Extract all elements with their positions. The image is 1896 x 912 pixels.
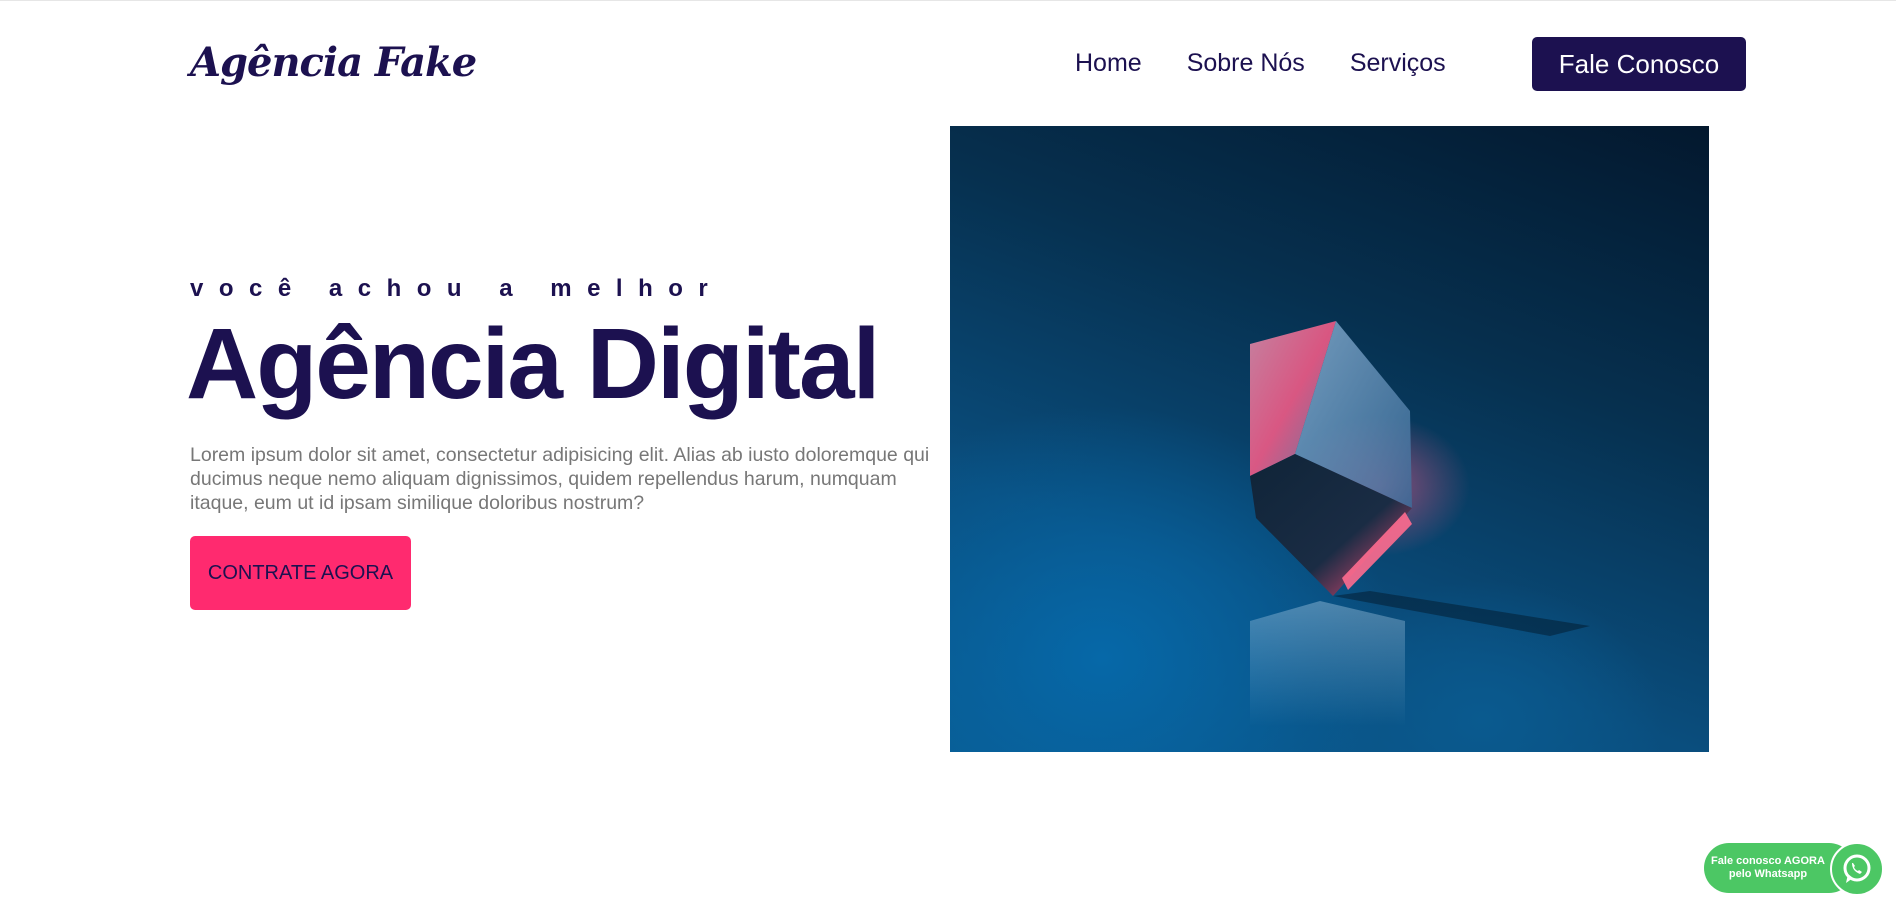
- hero-eyebrow: você achou a melhor: [190, 275, 724, 302]
- whatsapp-label-line1: Fale conosco AGORA: [1711, 855, 1825, 867]
- whatsapp-label-line2: pelo Whatsapp: [1728, 868, 1808, 880]
- whatsapp-widget[interactable]: Fale conosco AGORA pelo Whatsapp: [1704, 842, 1884, 896]
- contact-button[interactable]: Fale Conosco: [1532, 37, 1746, 91]
- nav-item-servicos[interactable]: Serviços: [1350, 49, 1446, 78]
- hero-description: Lorem ipsum dolor sit amet, consectetur …: [190, 444, 930, 514]
- hero-title: Agência Digital: [186, 308, 880, 420]
- nav-item-home[interactable]: Home: [1075, 49, 1142, 78]
- hero-image-prism: [950, 126, 1709, 752]
- main-nav: Home Sobre Nós Serviços: [1075, 49, 1446, 78]
- hire-now-button[interactable]: CONTRATE AGORA: [190, 536, 411, 610]
- whatsapp-icon[interactable]: [1830, 842, 1884, 896]
- logo[interactable]: Agência Fake: [190, 39, 477, 86]
- prism-reflection: [1250, 601, 1405, 726]
- nav-item-sobre-nos[interactable]: Sobre Nós: [1187, 49, 1305, 78]
- page: Agência Fake Home Sobre Nós Serviços Fal…: [0, 0, 1896, 912]
